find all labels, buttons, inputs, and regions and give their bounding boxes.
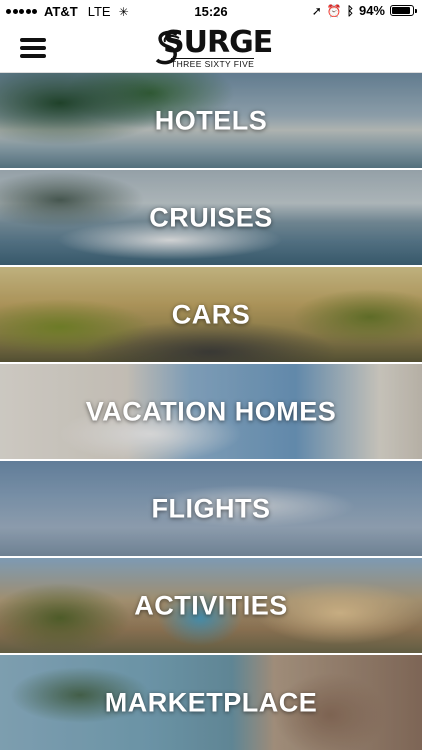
tile-marketplace[interactable]: MARKETPLACE bbox=[0, 655, 422, 750]
tile-label: FLIGHTS bbox=[151, 493, 271, 523]
logo-wordmark: SURGE bbox=[163, 25, 273, 60]
tile-hotels[interactable]: HOTELS bbox=[0, 73, 422, 168]
location-arrow-icon: ➚ bbox=[311, 3, 322, 18]
tile-vacation-homes[interactable]: VACATION HOMES bbox=[0, 364, 422, 459]
tile-label: CRUISES bbox=[149, 202, 273, 232]
tile-cars[interactable]: CARS bbox=[0, 267, 422, 362]
hamburger-menu-icon[interactable] bbox=[20, 38, 46, 58]
battery-percent: 94% bbox=[358, 3, 385, 18]
tile-cruises[interactable]: CRUISES bbox=[0, 170, 422, 265]
tile-label: CARS bbox=[171, 299, 251, 329]
tile-label: MARKETPLACE bbox=[104, 687, 318, 717]
status-right: ➚ ⏰ ᛒ 94% bbox=[311, 3, 417, 18]
alarm-clock-icon: ⏰ bbox=[326, 3, 342, 18]
tile-label: ACTIVITIES bbox=[134, 590, 288, 620]
tile-activities[interactable]: ACTIVITIES bbox=[0, 558, 422, 653]
app-header: SURGE THREE SIXTY FIVE bbox=[0, 24, 422, 73]
logo-tagline: THREE SIXTY FIVE bbox=[171, 58, 255, 69]
bluetooth-icon: ᛒ bbox=[346, 3, 354, 18]
battery-fill bbox=[392, 7, 410, 14]
tile-flights[interactable]: FLIGHTS bbox=[0, 461, 422, 556]
tile-label: VACATION HOMES bbox=[85, 396, 337, 426]
category-list: HOTELS CRUISES CARS VACATION HOMES FLIGH… bbox=[0, 73, 422, 752]
surge-logo[interactable]: SURGE THREE SIXTY FIVE bbox=[155, 28, 273, 70]
tile-label: HOTELS bbox=[154, 105, 268, 135]
status-bar: AT&T LTE ✳ 15:26 ➚ ⏰ ᛒ 94% bbox=[0, 0, 422, 24]
battery-icon bbox=[390, 5, 417, 16]
